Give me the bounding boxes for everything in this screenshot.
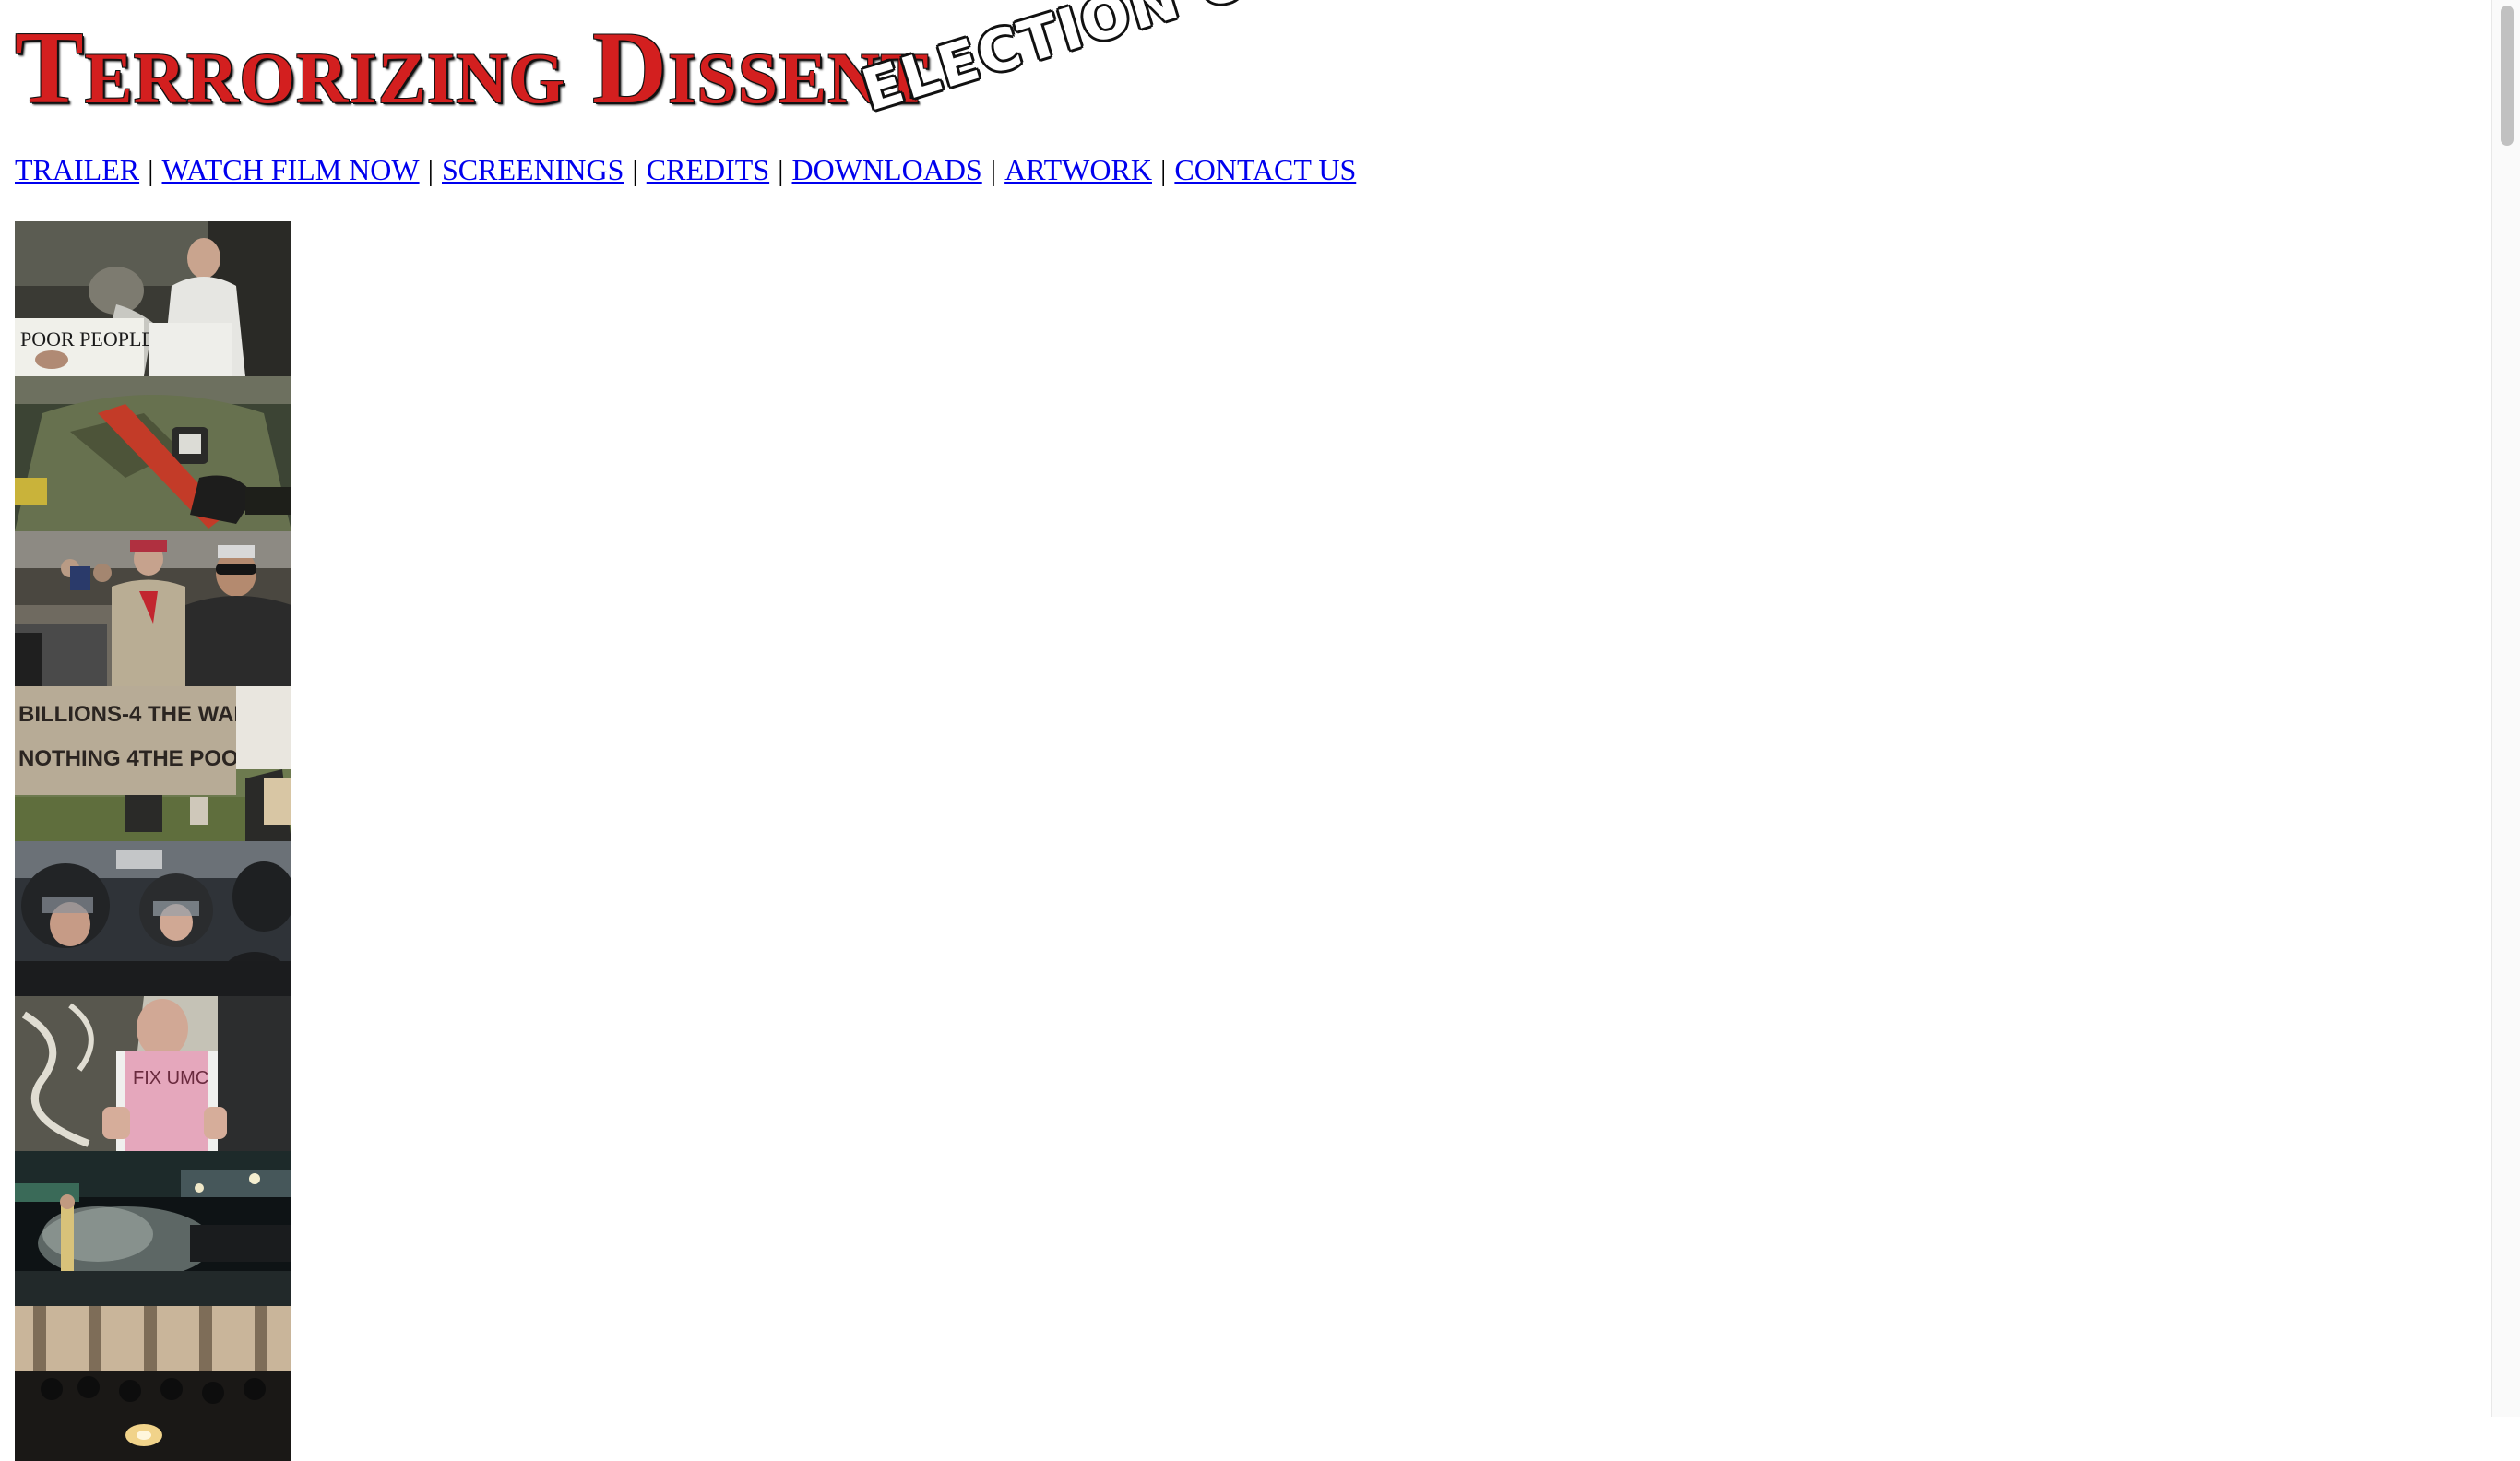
page: Terrorizing Dissent ELECTION CUT TRAILER… (15, 0, 2487, 1461)
riot-police-helmets-photo (15, 841, 291, 996)
scrollbar-thumb[interactable] (2501, 6, 2514, 146)
nav-link-artwork[interactable]: ARTWORK (1004, 153, 1152, 186)
protest-sign-photo: BILLIONS-4 THE WAR NOTHING 4THE POOR (15, 686, 291, 841)
nav-link-trailer[interactable]: TRAILER (15, 153, 139, 186)
nav-separator: | (427, 153, 434, 186)
protest-megaphone-photo: POOR PEOPLE (15, 221, 291, 376)
main-navigation: TRAILER | WATCH FILM NOW | SCREENINGS | CREDIT… (15, 149, 1356, 190)
site-logo[interactable]: Terrorizing Dissent ELECTION CUT (15, 0, 1336, 155)
nav-link-screenings[interactable]: SCREENINGS (442, 153, 624, 186)
sign-text: POOR PEOPLE (20, 327, 154, 350)
marchers-crowd-photo (15, 531, 291, 686)
svg-text:BILLIONS-4 THE WAR: BILLIONS-4 THE WAR (18, 702, 250, 727)
nav-link-contact-us[interactable]: CONTACT US (1174, 153, 1356, 186)
nav-link-downloads[interactable]: DOWNLOADS (792, 153, 982, 186)
nav-separator: | (990, 153, 997, 186)
nav-separator: | (148, 153, 154, 186)
police-line-night-photo (15, 1306, 291, 1461)
sign-text: FIX UMC (133, 1068, 208, 1088)
riot-police-baton-photo (15, 376, 291, 531)
logo-title: Terrorizing Dissent (15, 11, 930, 125)
photo-strip: POOR PEOPLE BILLIONS-4 THE WAR NOTHING 4… (15, 221, 291, 1461)
nav-separator: | (778, 153, 784, 186)
pink-sign-photo: FIX UMC (15, 996, 291, 1151)
nav-separator: | (1159, 153, 1167, 186)
nav-link-credits[interactable]: CREDITS (647, 153, 769, 186)
tear-gas-night-photo (15, 1151, 291, 1306)
vertical-scrollbar[interactable] (2491, 0, 2520, 1417)
nav-link-watch-film-now[interactable]: WATCH FILM NOW (162, 153, 420, 186)
svg-text:NOTHING 4THE POOR: NOTHING 4THE POOR (18, 746, 255, 771)
nav-separator: | (632, 153, 638, 186)
